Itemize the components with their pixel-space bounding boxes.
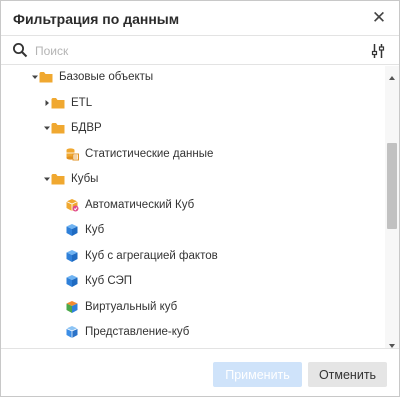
scrollbar-thumb[interactable] [387,143,397,229]
cube-icon [65,223,79,237]
folder-icon [51,96,65,110]
tree-item[interactable]: Виртуальный куб [1,297,385,319]
search-input[interactable] [35,41,355,61]
search-bar [1,37,399,65]
dialog-header: Фильтрация по данным ✕ [1,1,399,36]
cube-icon [65,249,79,263]
collapse-arrow-icon[interactable] [43,99,51,107]
expand-arrow-icon[interactable] [43,124,51,132]
tree-item-label: ETL [71,96,93,109]
virtual-cube-icon [65,300,79,314]
tree-item[interactable]: Кубы [1,169,385,191]
apply-button[interactable]: Применить [213,362,302,387]
tree-item-label: Кубы [71,173,99,185]
scroll-down-arrow-icon[interactable] [388,337,396,348]
tree-item-label: Статистические данные [85,147,214,160]
tree-item-label: Представление-куб [85,326,190,338]
filter-settings-icon[interactable] [371,43,385,59]
tree-item[interactable]: БДВР [1,118,385,140]
search-icon [12,42,28,58]
expand-arrow-icon[interactable] [43,175,51,183]
folder-icon [51,121,65,135]
tree-item-label: Куб [85,224,105,236]
tree-item[interactable]: ETL [1,93,385,115]
tree-item[interactable]: Куб с агрегацией фактов [1,246,385,268]
database-icon [65,147,79,161]
expand-arrow-icon[interactable] [31,73,39,81]
tree-item-label: Виртуальный куб [85,300,178,313]
tree-item-label: Базовые объекты [59,71,154,83]
scroll-up-arrow-icon[interactable] [388,69,396,80]
folder-icon [51,172,65,186]
dialog-footer: Применить Отменить [1,348,399,396]
cube-view-icon [65,325,79,339]
tree-scrollbar[interactable] [385,66,399,348]
tree-item-label: БДВР [71,122,102,134]
object-tree: Базовые объекты ETL БДВР Статистические дан… [1,66,385,348]
tree-item-label: Куб СЭП [85,275,133,287]
tree-item[interactable]: Автоматический Куб [1,195,385,217]
cube-icon [65,274,79,288]
tree-item-label: Автоматический Куб [85,198,195,211]
cancel-button[interactable]: Отменить [308,362,387,387]
tree-item[interactable]: Представление-куб [1,322,385,344]
tree-item[interactable]: Базовые объекты [1,67,385,89]
tree-item[interactable]: Статистические данные [1,144,385,166]
dialog-title: Фильтрация по данным [13,11,180,27]
automatic-cube-icon [65,198,79,212]
close-icon[interactable]: ✕ [371,9,387,27]
tree-item[interactable]: Куб [1,220,385,242]
tree-item-label: Куб с агрегацией фактов [85,249,218,262]
folder-icon [39,70,53,84]
tree-item[interactable]: Куб СЭП [1,271,385,293]
filter-dialog: Фильтрация по данным ✕ Базовые объекты ET… [0,0,400,397]
